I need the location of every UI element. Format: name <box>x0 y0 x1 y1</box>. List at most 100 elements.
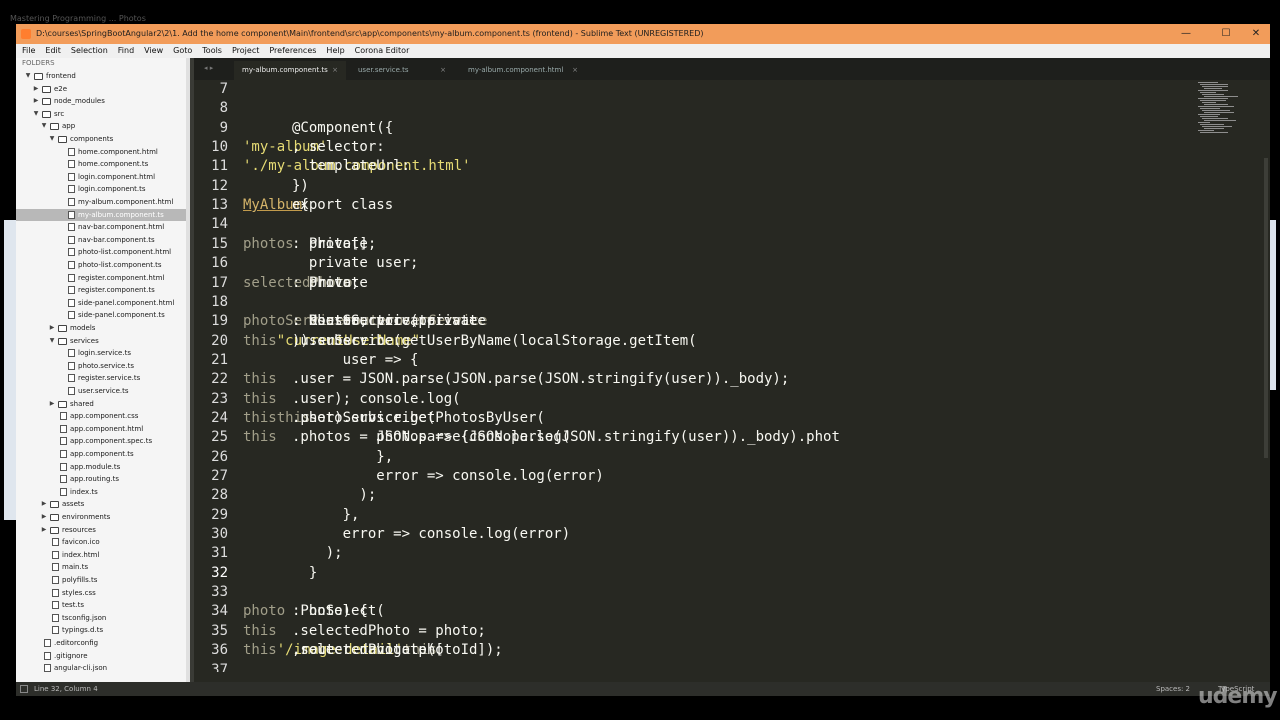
menu-help[interactable]: Help <box>320 44 348 58</box>
tree-folder[interactable]: ▶ environments <box>16 511 190 523</box>
code-line[interactable]: 11 templateUrl: './my-album.component.ht… <box>194 157 1194 176</box>
tree-folder[interactable]: ▼ components <box>16 133 190 145</box>
tree-folder[interactable]: ▼ app <box>16 120 190 132</box>
menu-corona-editor[interactable]: Corona Editor <box>349 44 414 58</box>
menu-find[interactable]: Find <box>112 44 138 58</box>
menu-edit[interactable]: Edit <box>39 44 65 58</box>
tree-file[interactable]: home.component.html <box>16 146 190 158</box>
tree-file[interactable]: main.ts <box>16 561 190 573</box>
tab-my-album-component-html[interactable]: my-album.component.html × <box>460 61 586 80</box>
code-line[interactable]: 9 @Component({ <box>194 119 1194 138</box>
tree-file[interactable]: register.component.ts <box>16 284 190 296</box>
tree-file[interactable]: register.service.ts <box>16 372 190 384</box>
tree-folder[interactable]: ▼ src <box>16 108 190 120</box>
code-line[interactable]: 22 this .user = JSON.parse(JSON.parse(JSO… <box>194 370 1194 389</box>
code-line[interactable]: 34 onSelect(photo:Photo) { <box>194 602 1194 621</box>
code-line[interactable]: 32 } <box>194 564 1194 583</box>
collapsed-arrow-icon[interactable]: ▶ <box>32 83 40 95</box>
collapsed-arrow-icon[interactable]: ▶ <box>40 511 48 523</box>
tree-file[interactable]: photo-list.component.html <box>16 246 190 258</box>
tree-file[interactable]: app.component.spec.ts <box>16 435 190 447</box>
code-line[interactable]: 10 selector: 'my-album', <box>194 138 1194 157</box>
maximize-button[interactable]: ☐ <box>1214 24 1238 44</box>
code-line[interactable]: 21 user => { <box>194 351 1194 370</box>
menu-view[interactable]: View <box>138 44 167 58</box>
tree-folder[interactable]: ▶ models <box>16 322 190 334</box>
expanded-arrow-icon[interactable]: ▼ <box>32 108 40 120</box>
tree-file[interactable]: nav-bar.component.html <box>16 221 190 233</box>
tab-my-album-component-ts[interactable]: my-album.component.ts × <box>234 61 346 80</box>
tree-file[interactable]: styles.css <box>16 587 190 599</box>
tab-user-service-ts[interactable]: user.service.ts × <box>350 61 454 80</box>
tree-file[interactable]: index.html <box>16 549 190 561</box>
menu-tools[interactable]: Tools <box>196 44 226 58</box>
tree-file[interactable]: side-panel.component.html <box>16 297 190 309</box>
code-line[interactable]: 35 this .selectedPhoto = photo; <box>194 622 1194 641</box>
panel-toggle-icon[interactable] <box>20 685 28 693</box>
code-line[interactable]: 27 error => console.log(error) <box>194 467 1194 486</box>
code-line[interactable]: 24 this .photoService.getPhotosByUser(thi… <box>194 409 1194 428</box>
tree-file[interactable]: photo-list.component.ts <box>16 259 190 271</box>
close-button[interactable]: ✕ <box>1244 24 1268 44</box>
tree-file[interactable]: test.ts <box>16 599 190 611</box>
tree-file[interactable]: nav-bar.component.ts <box>16 234 190 246</box>
expanded-arrow-icon[interactable]: ▼ <box>40 120 48 132</box>
expanded-arrow-icon[interactable]: ▼ <box>24 70 32 82</box>
title-bar[interactable]: D:\courses\SpringBootAngular2\2\1. Add t… <box>16 24 1270 44</box>
tab-close-icon[interactable]: × <box>440 61 446 80</box>
editor-scrollbar[interactable] <box>1264 158 1268 458</box>
code-line[interactable]: 17 private selectedPhoto: Photo; <box>194 274 1194 293</box>
menu-preferences[interactable]: Preferences <box>263 44 320 58</box>
code-line[interactable]: 26 }, <box>194 448 1194 467</box>
tree-file[interactable]: index.ts <box>16 486 190 498</box>
tree-file[interactable]: login.component.ts <box>16 183 190 195</box>
tree-file[interactable]: app.component.ts <box>16 448 190 460</box>
tree-file[interactable]: .gitignore <box>16 650 190 662</box>
collapsed-arrow-icon[interactable]: ▶ <box>32 95 40 107</box>
menu-selection[interactable]: Selection <box>65 44 112 58</box>
minimap[interactable] <box>1194 80 1258 640</box>
tree-file[interactable]: .editorconfig <box>16 637 190 649</box>
code-line[interactable]: 13 export class MyAlbum { <box>194 196 1194 215</box>
tree-file[interactable]: app.routing.ts <box>16 473 190 485</box>
tree-file[interactable]: angular-cli.json <box>16 662 190 674</box>
code-line[interactable]: 29 }, <box>194 506 1194 525</box>
tree-folder[interactable]: ▼ services <box>16 335 190 347</box>
expanded-arrow-icon[interactable]: ▼ <box>48 133 56 145</box>
code-line[interactable]: 37 <box>194 661 1194 673</box>
tab-nav-arrows[interactable]: ◂ ▸ <box>204 64 213 72</box>
tree-file[interactable]: login.component.html <box>16 171 190 183</box>
tree-file[interactable]: user.service.ts <box>16 385 190 397</box>
code-line[interactable]: 31 ); <box>194 544 1194 563</box>
tree-file[interactable]: side-panel.component.ts <box>16 309 190 321</box>
tree-folder[interactable]: ▶ e2e <box>16 83 190 95</box>
collapsed-arrow-icon[interactable]: ▶ <box>48 398 56 410</box>
collapsed-arrow-icon[interactable]: ▶ <box>40 498 48 510</box>
tab-close-icon[interactable]: × <box>332 61 338 80</box>
collapsed-arrow-icon[interactable]: ▶ <box>40 524 48 536</box>
tree-file[interactable]: app.component.html <box>16 423 190 435</box>
tab-close-icon[interactable]: × <box>572 61 578 80</box>
code-line[interactable]: 20 this .userService.getUserByName(localS… <box>194 332 1194 351</box>
tree-folder[interactable]: ▶ assets <box>16 498 190 510</box>
code-line[interactable]: 18 <box>194 293 1194 312</box>
menu-goto[interactable]: Goto <box>167 44 196 58</box>
tree-file[interactable]: app.module.ts <box>16 461 190 473</box>
code-line[interactable]: 15 private photos: Photo[]; <box>194 235 1194 254</box>
tree-file[interactable]: favicon.ico <box>16 536 190 548</box>
expanded-arrow-icon[interactable]: ▼ <box>48 335 56 347</box>
code-line[interactable]: 14 <box>194 215 1194 234</box>
tree-folder[interactable]: ▶ node_modules <box>16 95 190 107</box>
tree-file[interactable]: my-album.component.ts <box>16 208 190 221</box>
tree-folder[interactable]: ▼ frontend <box>16 70 190 82</box>
tree-file[interactable]: tsconfig.json <box>16 612 190 624</box>
code-line[interactable]: 25 photos => {console.log(this .photos = … <box>194 428 1194 447</box>
code-line[interactable]: 19 constructor (private photoService: Ph… <box>194 312 1194 331</box>
tree-file[interactable]: photo.service.ts <box>16 360 190 372</box>
tree-file[interactable]: home.component.ts <box>16 158 190 170</box>
code-line[interactable]: 8 <box>194 99 1194 118</box>
code-line[interactable]: 23 console.log(this .user); <box>194 390 1194 409</box>
menu-project[interactable]: Project <box>226 44 263 58</box>
menu-file[interactable]: File <box>16 44 39 58</box>
code-line[interactable]: 30 error => console.log(error) <box>194 525 1194 544</box>
